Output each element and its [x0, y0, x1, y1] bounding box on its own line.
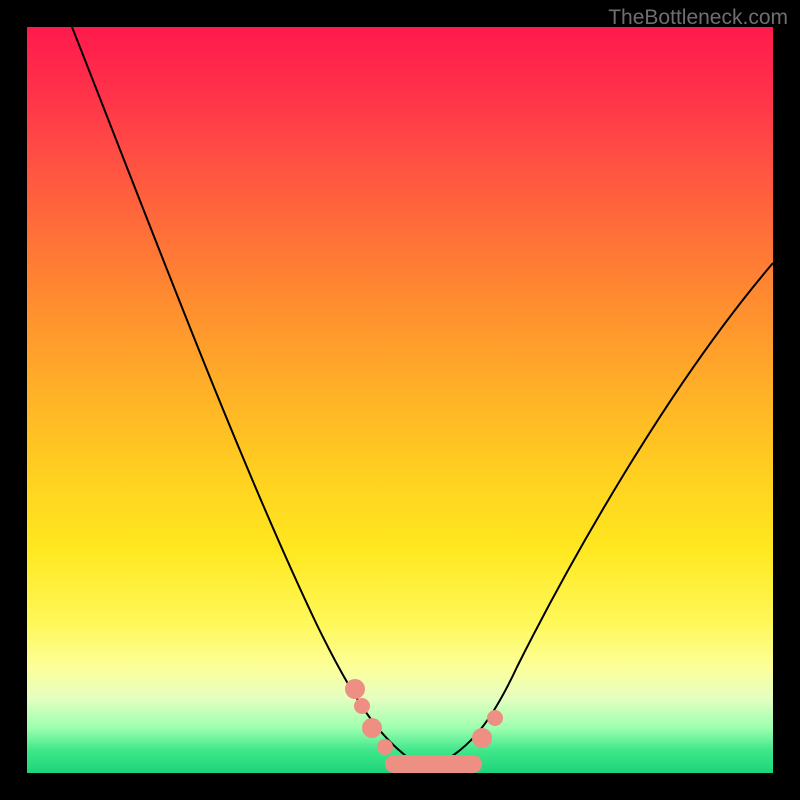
marker-dot: [487, 710, 503, 726]
left-curve: [72, 27, 427, 770]
bottleneck-curve-plot: [27, 27, 773, 773]
marker-dot: [472, 728, 492, 748]
marker-dot: [345, 679, 365, 699]
marker-dot: [377, 739, 393, 755]
flat-segment: [385, 755, 482, 773]
chart-frame: [27, 27, 773, 773]
right-curve: [427, 263, 773, 770]
marker-dot: [362, 718, 382, 738]
marker-dot: [354, 698, 370, 714]
watermark-text: TheBottleneck.com: [608, 6, 788, 30]
